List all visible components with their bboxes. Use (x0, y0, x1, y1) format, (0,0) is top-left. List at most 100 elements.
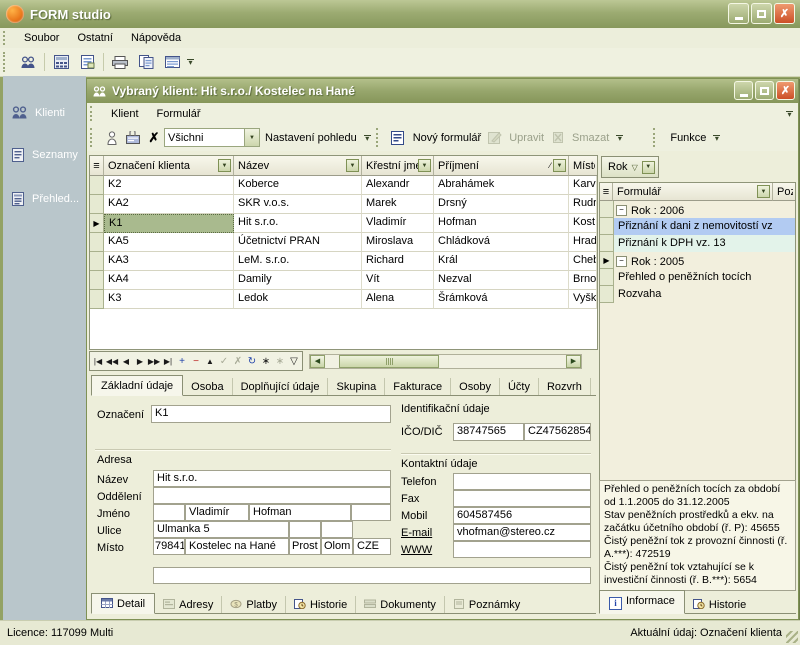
column-header-nazev[interactable]: Název▼ (234, 156, 362, 176)
column-filter-button[interactable]: ▼ (757, 185, 770, 198)
clients-button[interactable] (16, 51, 40, 73)
cell-last[interactable]: Abrahámek (434, 176, 569, 195)
cell-last[interactable]: Nezval (434, 271, 569, 290)
ulice-field[interactable]: Ulmanka 5 (153, 521, 289, 538)
cell-city[interactable]: Cheb (569, 252, 597, 271)
toolbar-overflow-button[interactable]: ▾ (614, 128, 625, 148)
row-selector[interactable] (90, 252, 104, 271)
client-delete-button[interactable]: ✗ (145, 127, 163, 149)
toolbar-overflow-button[interactable]: ▾ (711, 128, 722, 148)
grid-row[interactable]: KA2 SKR v.o.s. Marek Drsný Rudr (90, 195, 597, 214)
tab-poznamky[interactable]: Poznámky (445, 596, 528, 613)
tree-item-row-selected[interactable]: Přiznání k dani z nemovitostí vz (600, 218, 795, 235)
tab-skupina[interactable]: Skupina (328, 378, 385, 395)
tab-osoby[interactable]: Osoby (451, 378, 500, 395)
cell-code[interactable]: K1 (104, 214, 234, 233)
cell-first[interactable]: Vladimír (362, 214, 434, 233)
cell-city[interactable]: Vyšk (569, 290, 597, 309)
cell-code[interactable]: KA2 (104, 195, 234, 214)
kraj-field[interactable]: Olom (321, 538, 353, 555)
column-filter-button[interactable]: ▼ (218, 159, 231, 172)
client-minimize-button[interactable] (734, 81, 753, 100)
cell-last[interactable]: Šrámková (434, 290, 569, 309)
tab-platby[interactable]: $Platby (222, 596, 286, 613)
nav-post-button[interactable]: ✓ (217, 356, 231, 367)
tree-item-row[interactable]: Přehled o peněžních tocích (600, 269, 795, 286)
jmeno-field[interactable]: Vladimír (185, 504, 249, 521)
grid-row[interactable]: KA5 Účetnictví PRAN Miroslava Chládková … (90, 233, 597, 252)
nazev-field[interactable]: Hit s.r.o. (153, 470, 391, 487)
tree-group-row-current[interactable]: ▶ −Rok : 2005 (600, 252, 795, 269)
cell-first[interactable]: Richard (362, 252, 434, 271)
cell-name[interactable]: Hit s.r.o. (234, 214, 362, 233)
nav-prior-button[interactable]: ◀ (119, 357, 133, 366)
nav-filter-button[interactable]: ▽ (287, 356, 301, 367)
tab-historie[interactable]: Historie (286, 596, 356, 613)
tab-adresy[interactable]: Adresy (155, 596, 222, 613)
column-header-poz[interactable]: Poz (773, 183, 795, 201)
email-link-label[interactable]: E-mail (401, 527, 432, 539)
client-maximize-button[interactable] (755, 81, 774, 100)
grid-row[interactable]: KA4 Damily Vít Nezval Brno (90, 271, 597, 290)
column-filter-button[interactable]: ▼ (418, 159, 431, 172)
titul-za-field[interactable] (351, 504, 391, 521)
row-selector[interactable] (90, 290, 104, 309)
cislo-popisne-field[interactable] (289, 521, 321, 538)
tab-ucty[interactable]: Účty (500, 378, 539, 395)
tree-group-row[interactable]: −Rok : 2006 (600, 201, 795, 218)
row-selector-current[interactable]: ▶ (90, 214, 104, 233)
cell-code[interactable]: K2 (104, 176, 234, 195)
row-selector-current[interactable]: ▶ (600, 252, 614, 269)
poznamka-field[interactable] (153, 567, 591, 584)
grid-row[interactable]: K3 Ledok Alena Šrámková Vyšk (90, 290, 597, 309)
oddeleni-field[interactable] (153, 487, 391, 504)
collapse-icon[interactable]: − (616, 256, 627, 267)
chevron-down-icon[interactable]: ▼ (244, 129, 259, 146)
row-selector[interactable] (600, 235, 614, 252)
tab-fakturace[interactable]: Fakturace (385, 378, 451, 395)
funkce-button[interactable]: Funkce (665, 130, 711, 146)
cell-last[interactable]: Hofman (434, 214, 569, 233)
menu-klient[interactable]: Klient (102, 106, 148, 122)
toolbar-overflow-button[interactable]: ▾ (362, 128, 373, 148)
chevron-down-icon[interactable]: ▼ (642, 161, 655, 174)
client-record-button[interactable] (103, 127, 121, 149)
toolbar-grip[interactable] (653, 128, 660, 147)
stat-field[interactable]: CZE (353, 538, 391, 555)
nav-insert-button[interactable]: + (175, 356, 189, 367)
new-form-button[interactable]: Nový formulář (408, 130, 486, 146)
menu-ostatni[interactable]: Ostatní (68, 30, 121, 46)
mobil-field[interactable]: 604587456 (453, 507, 591, 524)
grid-row-selected[interactable]: ▶ K1 Hit s.r.o. Vladimír Hofman Kost (90, 214, 597, 233)
menu-overflow-button[interactable]: ▾ (784, 104, 795, 124)
tab-doplnujici-udaje[interactable]: Doplňující údaje (233, 378, 329, 395)
nav-next-button[interactable]: ▶ (133, 357, 147, 366)
cell-code[interactable]: KA4 (104, 271, 234, 290)
cell-code[interactable]: KA5 (104, 233, 234, 252)
cell-last[interactable]: Král (434, 252, 569, 271)
grid-row[interactable]: K2 Koberce Alexandr Abrahámek Karv (90, 176, 597, 195)
copy-button[interactable] (134, 51, 158, 73)
telefon-field[interactable] (453, 473, 591, 490)
prijmeni-field[interactable]: Hofman (249, 504, 351, 521)
scroll-left-icon[interactable]: ◀ (310, 355, 325, 368)
cell-first[interactable]: Alena (362, 290, 434, 309)
tab-dokumenty[interactable]: Dokumenty (356, 596, 445, 613)
cell-name[interactable]: Koberce (234, 176, 362, 195)
tab-osoba[interactable]: Osoba (183, 378, 232, 395)
row-selector[interactable] (90, 233, 104, 252)
tab-informace[interactable]: iInformace (599, 590, 685, 614)
cell-code[interactable]: K3 (104, 290, 234, 309)
calculator-button[interactable] (49, 51, 73, 73)
tree-item-row[interactable]: Rozvaha (600, 286, 795, 303)
group-by-rok-button[interactable]: Rok ▽ ▼ (601, 156, 659, 178)
column-header-misto[interactable]: Místo (569, 156, 597, 176)
okres-field[interactable]: Prost (289, 538, 321, 555)
column-header-krestni[interactable]: Křestní jméno▼ (362, 156, 434, 176)
toolbar-grip[interactable] (90, 128, 97, 147)
column-header-formular[interactable]: Formulář▼ (613, 183, 773, 201)
row-selector[interactable] (90, 271, 104, 290)
tree-item-row[interactable]: Přiznání k DPH vz. 13 (600, 235, 795, 252)
cell-code[interactable]: KA3 (104, 252, 234, 271)
edit-form-button[interactable]: Upravit (504, 130, 549, 146)
